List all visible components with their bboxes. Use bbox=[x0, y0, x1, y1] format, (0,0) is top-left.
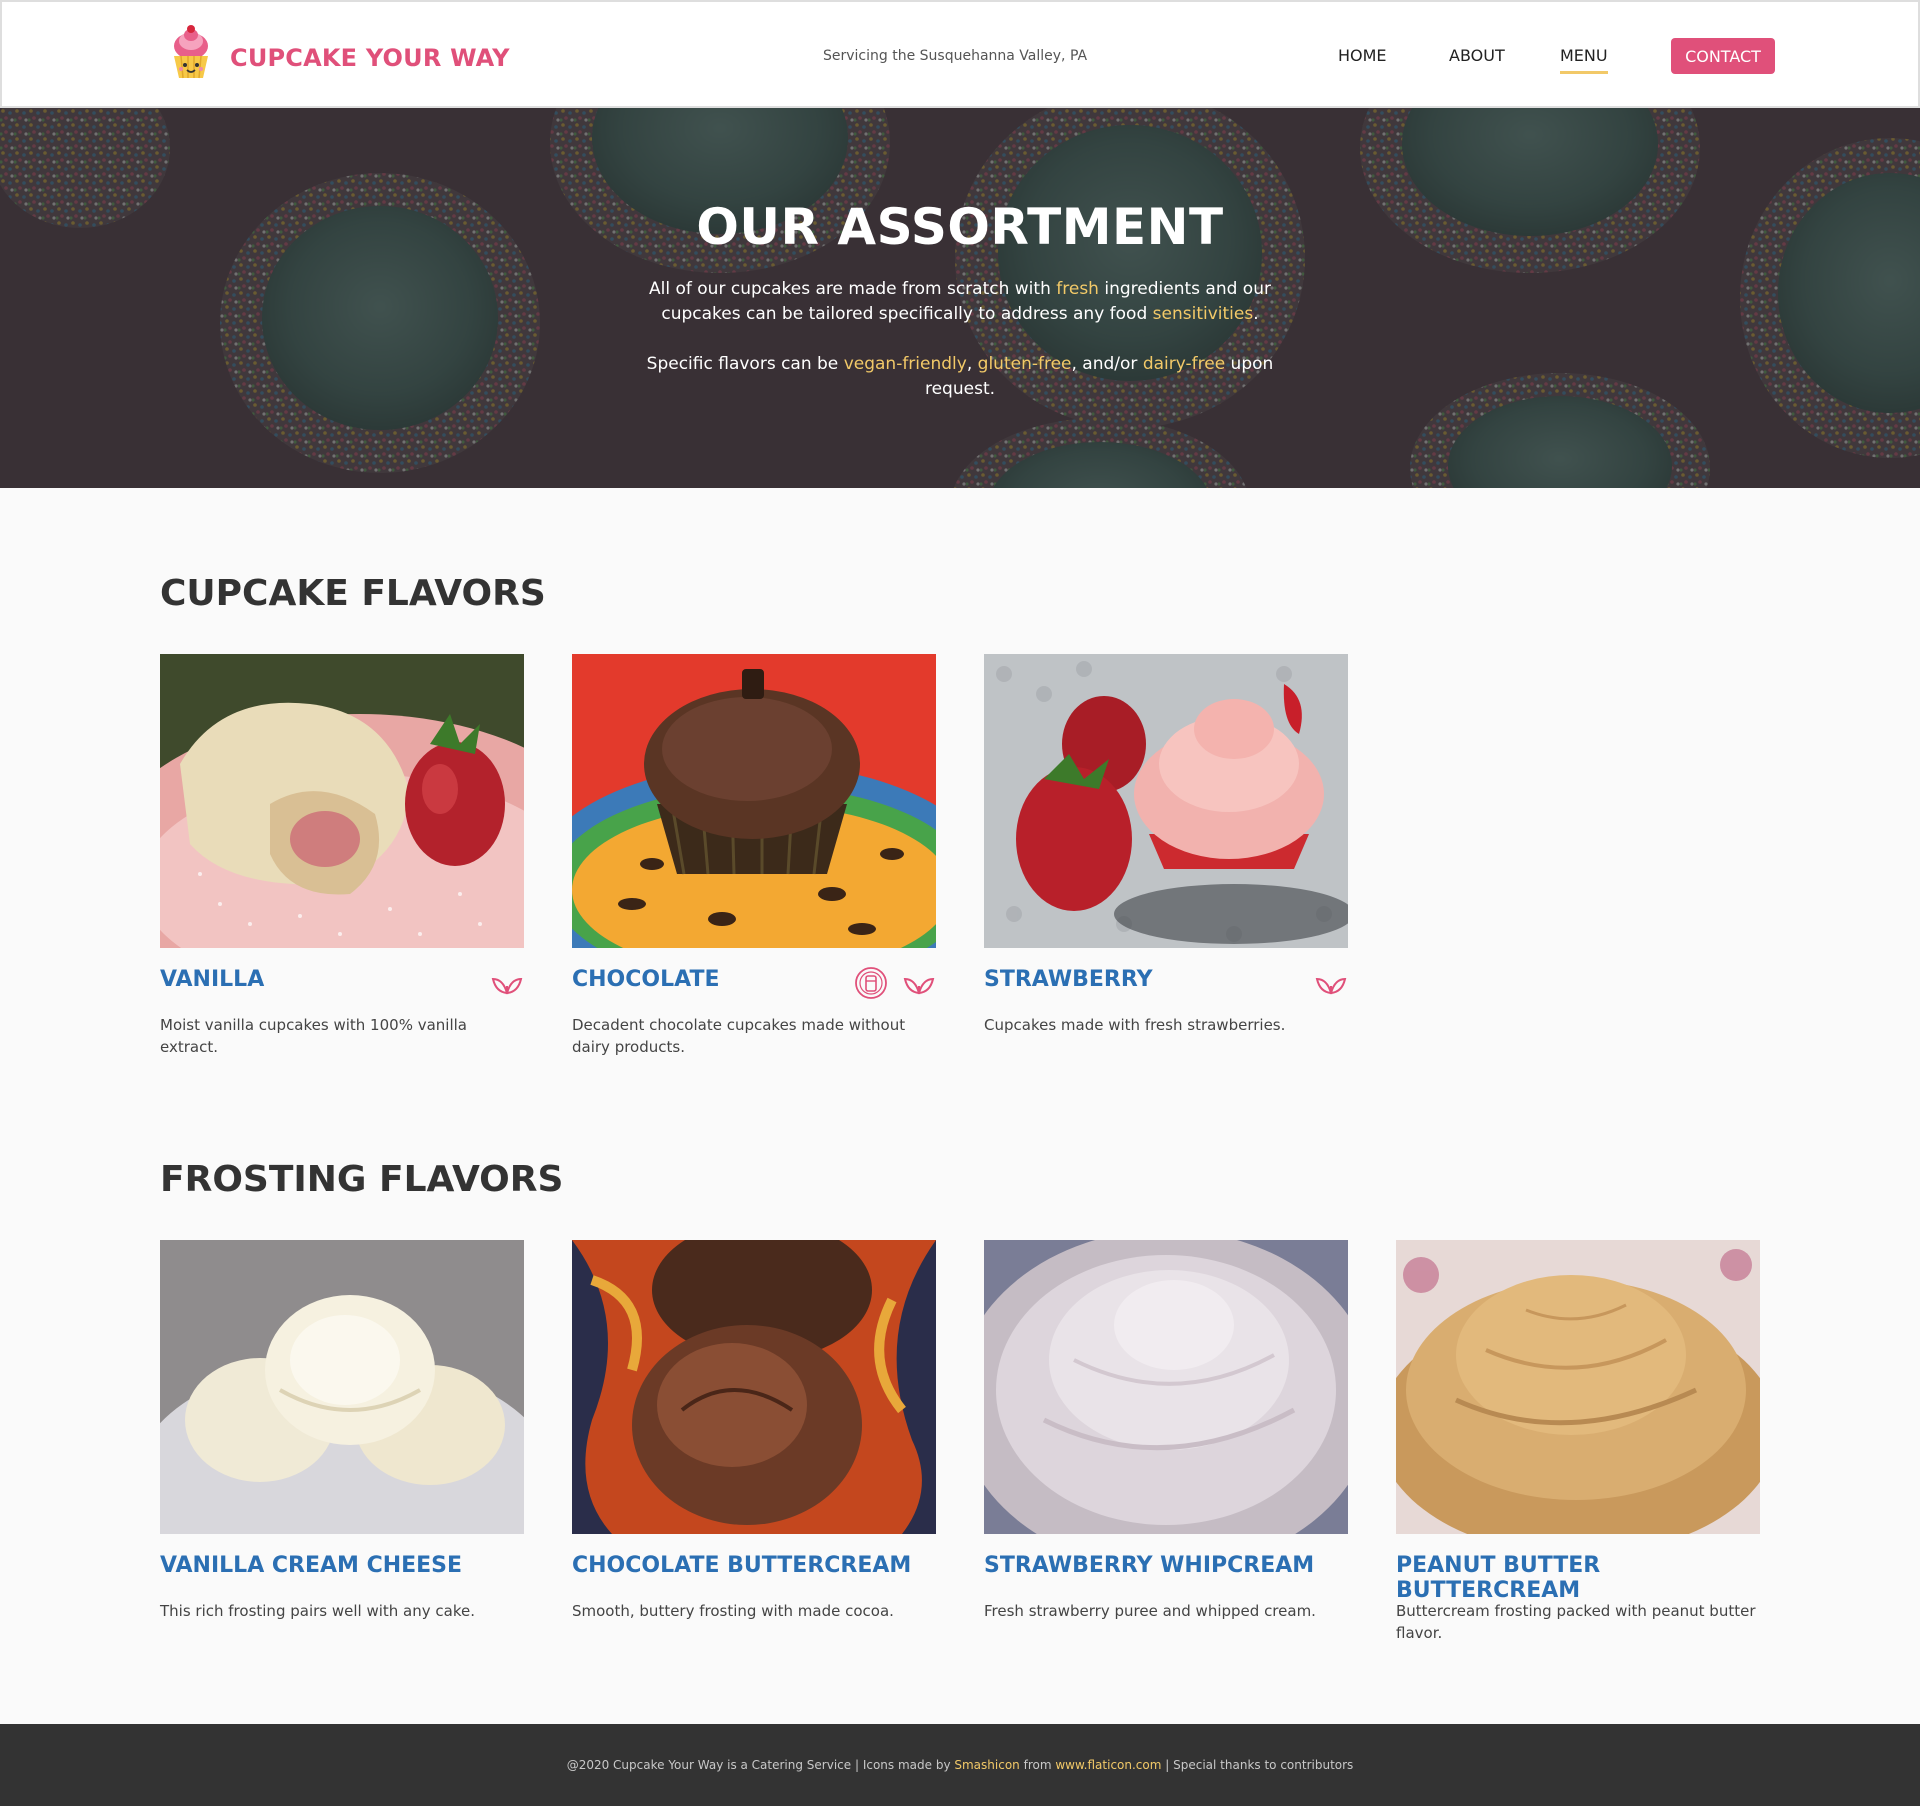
site-footer: @2020 Cupcake Your Way is a Catering Ser… bbox=[0, 1724, 1920, 1806]
cupcake-card-strawberry: STRAWBERRY Cupcakes made with fresh stra… bbox=[984, 654, 1348, 1034]
dietary-icons bbox=[854, 966, 936, 1000]
highlight-dairy-free: dairy-free bbox=[1142, 354, 1226, 374]
frosting-flavors-heading: FROSTING FLAVORS bbox=[160, 1159, 564, 1200]
vanilla-cupcake-photo bbox=[160, 654, 524, 948]
highlight-sensitivities: sensitivities bbox=[1152, 304, 1254, 324]
chocolate-buttercream-photo bbox=[572, 1240, 936, 1534]
chocolate-cupcake-photo bbox=[572, 654, 936, 948]
flavor-name: CHOCOLATE bbox=[572, 967, 720, 992]
nav-menu[interactable]: MENU bbox=[1560, 46, 1608, 65]
frosting-card-peanut-butter-buttercream: PEANUT BUTTER BUTTERCREAM Buttercream fr… bbox=[1396, 1240, 1760, 1642]
flavor-name: PEANUT BUTTER BUTTERCREAM bbox=[1396, 1553, 1601, 1603]
dietary-icons bbox=[490, 966, 524, 1000]
hero-intro-text: All of our cupcakes are made from scratc… bbox=[649, 279, 1271, 324]
flavor-name: VANILLA bbox=[160, 967, 265, 992]
nav-home[interactable]: HOME bbox=[1338, 46, 1387, 65]
contact-button[interactable]: CONTACT bbox=[1671, 38, 1775, 74]
flavor-description: Fresh strawberry puree and whipped cream… bbox=[984, 1602, 1316, 1620]
vegan-leaf-icon bbox=[902, 966, 936, 1000]
cupcake-flavors-heading: CUPCAKE FLAVORS bbox=[160, 573, 546, 614]
vegan-leaf-icon bbox=[1314, 966, 1348, 1000]
flavor-name: STRAWBERRY WHIPCREAM bbox=[984, 1553, 1315, 1578]
strawberry-whipcream-photo bbox=[984, 1240, 1348, 1534]
flavor-description: Cupcakes made with fresh strawberries. bbox=[984, 1016, 1286, 1034]
brand-name[interactable]: CUPCAKE YOUR WAY bbox=[230, 44, 510, 72]
strawberry-cupcake-photo bbox=[984, 654, 1348, 948]
flavor-description: Smooth, buttery frosting with made cocoa… bbox=[572, 1602, 894, 1620]
vanilla-cream-cheese-photo bbox=[160, 1240, 524, 1534]
cupcake-card-chocolate: CHOCOLATE Decadent chocolate cupcakes ma… bbox=[572, 654, 936, 1056]
dietary-icons bbox=[1314, 966, 1348, 1000]
nav-about[interactable]: ABOUT bbox=[1449, 46, 1505, 65]
hero-dietary-text: Specific flavors can be vegan-friendly, … bbox=[646, 354, 1274, 399]
hero-banner: OUR ASSORTMENT All of our cupcakes are m… bbox=[0, 108, 1920, 488]
cupcake-logo-icon[interactable] bbox=[168, 24, 214, 84]
active-nav-indicator bbox=[1560, 71, 1608, 74]
flavor-name: STRAWBERRY bbox=[984, 967, 1153, 992]
flavor-description: This rich frosting pairs well with any c… bbox=[160, 1602, 475, 1620]
dairy-free-icon bbox=[854, 966, 888, 1000]
flavor-name: VANILLA CREAM CHEESE bbox=[160, 1553, 463, 1578]
smashicon-link[interactable]: Smashicon bbox=[954, 1758, 1019, 1772]
flavor-name: CHOCOLATE BUTTERCREAM bbox=[572, 1553, 912, 1578]
footer-credits: @2020 Cupcake Your Way is a Catering Ser… bbox=[566, 1758, 1354, 1772]
peanut-butter-buttercream-photo bbox=[1396, 1240, 1760, 1534]
frosting-card-vanilla-cream-cheese: VANILLA CREAM CHEESE This rich frosting … bbox=[160, 1240, 524, 1620]
vegan-leaf-icon bbox=[490, 966, 524, 1000]
hero-title: OUR ASSORTMENT bbox=[696, 198, 1224, 256]
frosting-card-strawberry-whipcream: STRAWBERRY WHIPCREAM Fresh strawberry pu… bbox=[984, 1240, 1348, 1620]
highlight-gluten-free: gluten-free bbox=[977, 354, 1072, 374]
flaticon-link[interactable]: www.flaticon.com bbox=[1055, 1758, 1161, 1772]
site-header: CUPCAKE YOUR WAY Servicing the Susquehan… bbox=[0, 0, 1920, 108]
flavor-description: Decadent chocolate cupcakes made without… bbox=[572, 1016, 906, 1056]
highlight-vegan: vegan-friendly bbox=[843, 354, 967, 374]
flavor-description: Moist vanilla cupcakes with 100% vanilla… bbox=[160, 1016, 467, 1056]
highlight-fresh: fresh bbox=[1056, 279, 1099, 299]
cupcake-card-vanilla: VANILLA Moist vanilla cupcakes with 100%… bbox=[160, 654, 524, 1056]
flavor-description: Buttercream frosting packed with peanut … bbox=[1396, 1602, 1756, 1642]
frosting-card-chocolate-buttercream: CHOCOLATE BUTTERCREAM Smooth, buttery fr… bbox=[572, 1240, 936, 1620]
service-area-tagline: Servicing the Susquehanna Valley, PA bbox=[823, 48, 1088, 64]
